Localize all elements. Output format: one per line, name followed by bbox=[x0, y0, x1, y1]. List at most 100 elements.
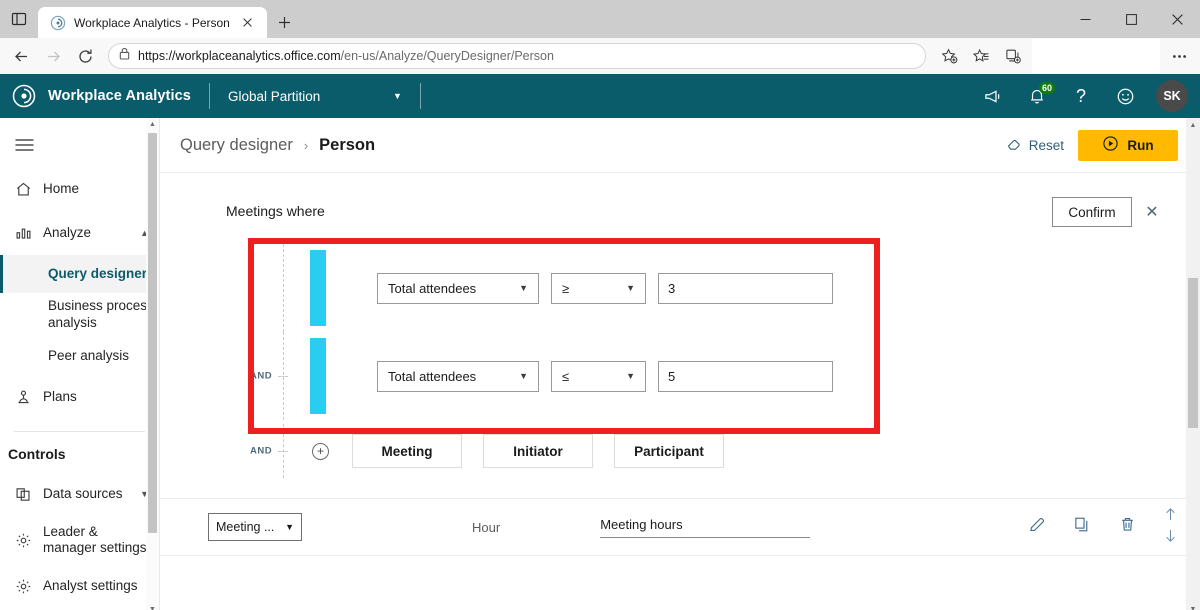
condition-accent-bar bbox=[310, 338, 326, 414]
condition-attribute-select[interactable]: Total attendees ▼ bbox=[377, 360, 539, 392]
reload-icon[interactable] bbox=[70, 41, 100, 71]
megaphone-icon[interactable] bbox=[974, 74, 1012, 118]
scroll-up-arrow-icon[interactable]: ▲ bbox=[1186, 118, 1200, 132]
condition-value-input[interactable]: 3 bbox=[658, 272, 833, 304]
partition-selector[interactable]: Global Partition ▼ bbox=[228, 89, 402, 104]
condition-attribute-select[interactable]: Total attendees ▼ bbox=[377, 272, 539, 304]
sidebar-scrollbar-thumb[interactable] bbox=[148, 133, 157, 533]
sidebar-item-home[interactable]: Home bbox=[0, 167, 159, 211]
metric-type-select[interactable]: Meeting ... ▼ bbox=[208, 513, 302, 541]
window-close-icon[interactable] bbox=[1154, 0, 1200, 38]
arrow-up-icon[interactable] bbox=[1163, 507, 1178, 527]
favorites-list-icon[interactable] bbox=[966, 41, 996, 71]
condition-value-input[interactable]: 5 bbox=[658, 360, 833, 392]
data-sources-icon bbox=[14, 486, 32, 503]
trash-icon[interactable] bbox=[1118, 515, 1137, 539]
minimize-icon[interactable] bbox=[1062, 0, 1108, 38]
home-icon bbox=[14, 181, 32, 198]
filter-title: Meetings where bbox=[226, 203, 325, 219]
sidebar-item-label: Plans bbox=[43, 388, 77, 404]
sidebar-item-plans[interactable]: Plans bbox=[0, 375, 159, 419]
condition-conjunction-col bbox=[226, 244, 288, 332]
notification-badge: 60 bbox=[1039, 82, 1056, 94]
page-header-actions: Reset Run bbox=[1006, 129, 1178, 161]
confirm-button[interactable]: Confirm bbox=[1052, 197, 1132, 227]
avatar[interactable]: SK bbox=[1156, 80, 1188, 112]
url-host: https://workplaceanalytics.office.com bbox=[138, 49, 341, 63]
main-scrollbar-thumb[interactable] bbox=[1188, 278, 1198, 428]
add-row-conjunction-label: AND bbox=[250, 445, 273, 457]
sidebar-item-business-process-analysis[interactable]: Business process analysis bbox=[0, 293, 159, 337]
scroll-down-arrow-icon[interactable]: ▼ bbox=[146, 603, 159, 610]
app-body: Home Analyze ▲ Query designer Business p… bbox=[0, 118, 1200, 610]
scroll-up-arrow-icon[interactable]: ▲ bbox=[146, 118, 159, 131]
plans-icon bbox=[14, 389, 32, 406]
app-header: Workplace Analytics Global Partition ▼ 6… bbox=[0, 74, 1200, 118]
workplace-analytics-logo-icon[interactable] bbox=[0, 83, 48, 109]
sidebar-panel-icon[interactable] bbox=[0, 0, 38, 38]
play-circle-icon bbox=[1102, 135, 1119, 155]
star-plus-icon[interactable] bbox=[934, 41, 964, 71]
filter-condition-row: Total attendees ▼ ≥ ▼ 3 bbox=[226, 244, 1200, 332]
new-tab-icon[interactable] bbox=[271, 8, 299, 36]
filter-header: Meetings where Confirm ✕ bbox=[160, 197, 1200, 227]
plus-circle-icon[interactable]: + bbox=[312, 442, 329, 460]
chart-bar-icon bbox=[14, 225, 32, 242]
condition-connector-line bbox=[283, 244, 284, 332]
add-filter-participant-button[interactable]: Participant bbox=[614, 434, 724, 468]
gear-icon bbox=[14, 532, 32, 549]
sidebar-scrollbar[interactable]: ▲ ▼ bbox=[146, 118, 159, 610]
condition-operator-select[interactable]: ≤ ▼ bbox=[551, 360, 646, 392]
arrow-down-icon[interactable] bbox=[1163, 528, 1178, 548]
hamburger-menu-icon[interactable] bbox=[2, 123, 46, 167]
ellipsis-icon[interactable] bbox=[1164, 41, 1194, 71]
run-button[interactable]: Run bbox=[1078, 129, 1178, 161]
condition-operator-select[interactable]: ≥ ▼ bbox=[551, 272, 646, 304]
smiley-icon[interactable] bbox=[1106, 74, 1144, 118]
filter-condition-row: AND Total attendees ▼ ≤ ▼ 5 bbox=[226, 332, 1200, 420]
scroll-down-arrow-icon[interactable]: ▼ bbox=[1186, 602, 1200, 610]
tab-close-icon[interactable] bbox=[238, 13, 258, 33]
reset-label: Reset bbox=[1028, 137, 1064, 153]
browser-tab[interactable]: Workplace Analytics - Person bbox=[38, 7, 267, 38]
main-scrollbar[interactable]: ▲ ▼ bbox=[1186, 118, 1200, 610]
window-controls bbox=[1062, 0, 1200, 38]
condition-attribute-value: Total attendees bbox=[388, 368, 477, 384]
condition-operator-value: ≤ bbox=[562, 368, 570, 384]
caret-down-icon: ▼ bbox=[626, 283, 635, 293]
sidebar-item-query-designer[interactable]: Query designer bbox=[0, 255, 159, 293]
query-designer-content: Meetings where Confirm ✕ Total attendees… bbox=[160, 173, 1200, 556]
sidebar-section-controls: Controls bbox=[8, 446, 66, 462]
copy-icon[interactable] bbox=[1073, 515, 1092, 539]
breadcrumb-parent[interactable]: Query designer bbox=[180, 136, 293, 155]
sidebar: Home Analyze ▲ Query designer Business p… bbox=[0, 118, 160, 610]
filter-header-actions: Confirm ✕ bbox=[1052, 197, 1160, 227]
condition-fields: Total attendees ▼ ≥ ▼ 3 bbox=[377, 272, 833, 304]
collections-icon[interactable] bbox=[998, 41, 1028, 71]
condition-operator-value: ≥ bbox=[562, 280, 570, 296]
back-arrow-icon[interactable] bbox=[6, 41, 36, 71]
add-filter-initiator-button[interactable]: Initiator bbox=[483, 434, 593, 468]
maximize-icon[interactable] bbox=[1108, 0, 1154, 38]
metric-name-input[interactable]: Meeting hours bbox=[600, 517, 811, 538]
run-label: Run bbox=[1127, 137, 1154, 153]
reset-button[interactable]: Reset bbox=[1006, 136, 1064, 155]
address-bar[interactable]: https://workplaceanalytics.office.com/en… bbox=[108, 43, 926, 69]
sidebar-item-leader-manager-settings[interactable]: Leader & manager settings bbox=[0, 516, 159, 564]
condition-attribute-value: Total attendees bbox=[388, 280, 477, 296]
main-content: Query designer › Person Reset Run Meetin… bbox=[160, 118, 1200, 610]
add-filter-meeting-button[interactable]: Meeting bbox=[352, 434, 462, 468]
pencil-icon[interactable] bbox=[1028, 515, 1047, 539]
sidebar-item-analyst-settings[interactable]: Analyst settings bbox=[0, 564, 159, 608]
sidebar-item-peer-analysis[interactable]: Peer analysis bbox=[0, 337, 159, 375]
sidebar-item-data-sources[interactable]: Data sources ▼ bbox=[0, 472, 159, 516]
page-header: Query designer › Person Reset Run bbox=[160, 118, 1200, 173]
sidebar-divider bbox=[14, 431, 145, 432]
sidebar-item-analyze[interactable]: Analyze ▲ bbox=[0, 211, 159, 255]
browser-toolbar: https://workplaceanalytics.office.com/en… bbox=[0, 38, 1200, 74]
question-mark-icon[interactable]: ? bbox=[1062, 74, 1100, 118]
sidebar-item-label: Data sources bbox=[43, 485, 123, 501]
sidebar-item-label: Leader & manager settings bbox=[43, 523, 147, 555]
bell-icon[interactable]: 60 bbox=[1018, 74, 1056, 118]
close-icon[interactable]: ✕ bbox=[1144, 202, 1160, 222]
